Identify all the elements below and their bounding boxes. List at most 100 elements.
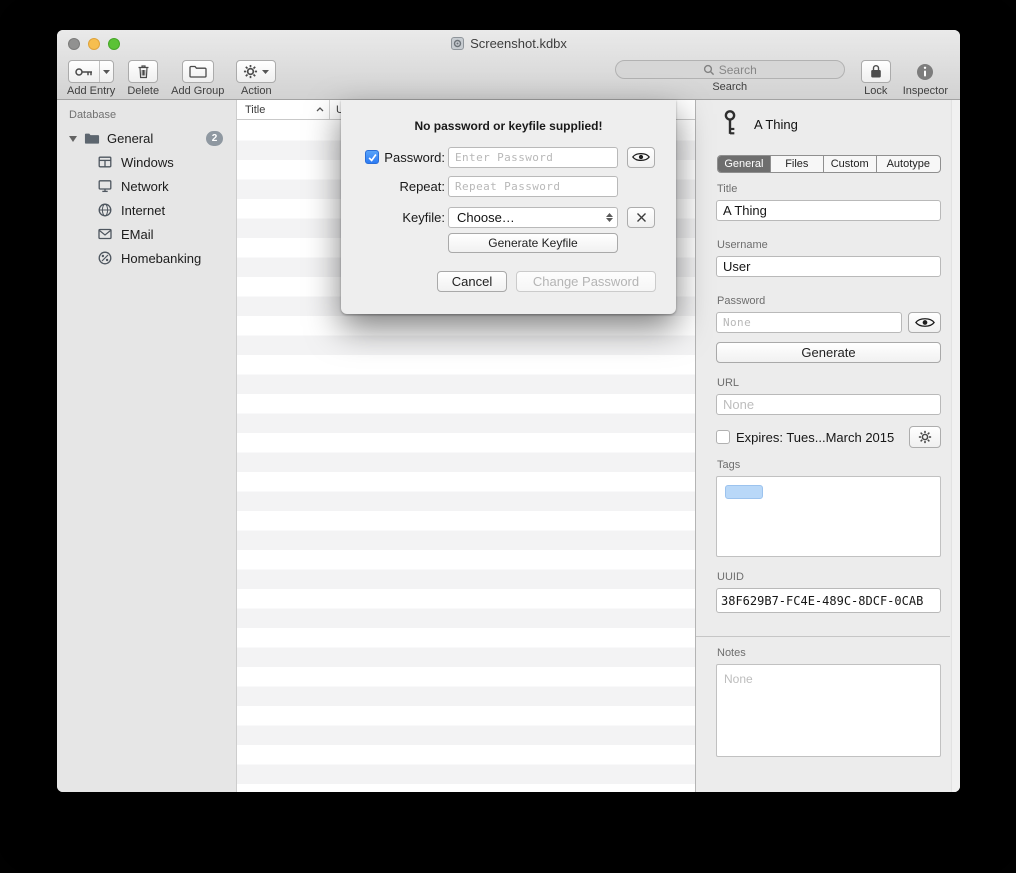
toolbar-item-action: Action xyxy=(236,60,276,97)
expires-checkbox[interactable] xyxy=(716,430,730,444)
tags-field[interactable] xyxy=(716,476,941,557)
key-icon xyxy=(69,61,99,82)
network-icon xyxy=(97,178,113,194)
password-field-label: Password xyxy=(717,295,765,307)
search-label: Search xyxy=(712,81,747,93)
sidebar: Database General 2 Windows xyxy=(57,100,237,792)
add-group-button[interactable] xyxy=(182,60,214,83)
repeat-label: Repeat: xyxy=(399,179,445,194)
tag-chip[interactable] xyxy=(725,485,763,499)
tab-general[interactable]: General xyxy=(718,156,771,172)
title-field-label: Title xyxy=(717,183,737,195)
sort-ascending-icon xyxy=(316,107,324,112)
username-field-label: Username xyxy=(717,239,768,251)
title-field[interactable] xyxy=(716,200,941,221)
repeat-password-input[interactable] xyxy=(448,176,618,197)
inspector-scrollbar[interactable] xyxy=(951,100,960,792)
toolbar-item-search: Search Search xyxy=(615,60,845,93)
window-title: Screenshot.kdbx xyxy=(470,36,567,51)
close-x-icon xyxy=(636,212,647,223)
password-input[interactable] xyxy=(448,147,618,168)
inspector-button[interactable] xyxy=(916,60,934,83)
sidebar-item-windows[interactable]: Windows xyxy=(57,150,236,174)
window-chrome: Screenshot.kdbx Add Entry xyxy=(57,30,960,100)
expires-label: Expires: Tues...March 2015 xyxy=(736,430,894,445)
dialog-message: No password or keyfile supplied! xyxy=(341,119,676,133)
search-placeholder: Search xyxy=(719,63,757,77)
generate-keyfile-button[interactable]: Generate Keyfile xyxy=(448,233,618,253)
keyfile-label: Keyfile: xyxy=(402,210,445,225)
toolbar-item-lock: Lock xyxy=(861,60,891,97)
toolbar: Add Entry Delete xyxy=(57,57,960,100)
sidebar-item-email[interactable]: EMail xyxy=(57,222,236,246)
delete-button[interactable] xyxy=(128,60,158,83)
macpass-window: Screenshot.kdbx Add Entry xyxy=(57,30,960,792)
sidebar-item-network[interactable]: Network xyxy=(57,174,236,198)
search-input[interactable]: Search xyxy=(615,60,845,79)
clear-keyfile-button[interactable] xyxy=(627,207,655,228)
chevron-down-icon xyxy=(262,70,269,74)
tab-custom[interactable]: Custom xyxy=(824,156,877,172)
action-button[interactable] xyxy=(236,60,276,83)
document-icon xyxy=(450,36,465,51)
sidebar-group-label: General xyxy=(107,131,153,146)
inspector-divider xyxy=(696,636,950,637)
show-password-button[interactable] xyxy=(627,147,655,168)
desktop-background: Screenshot.kdbx Add Entry xyxy=(0,0,1016,873)
expires-settings-button[interactable] xyxy=(909,426,941,448)
tab-autotype[interactable]: Autotype xyxy=(877,156,940,172)
sidebar-section-header: Database xyxy=(57,106,236,127)
add-entry-dropdown-arrow[interactable] xyxy=(99,61,113,82)
eye-icon xyxy=(632,152,650,162)
change-password-button[interactable]: Change Password xyxy=(516,271,656,292)
add-group-label: Add Group xyxy=(171,85,224,97)
coin-percent-icon xyxy=(97,250,113,266)
password-row: Password: xyxy=(341,146,676,168)
url-field-label: URL xyxy=(717,377,739,389)
inspector-label: Inspector xyxy=(903,85,948,97)
delete-label: Delete xyxy=(127,85,159,97)
stepper-arrows-icon xyxy=(606,213,613,222)
disclosure-triangle-icon[interactable] xyxy=(69,136,77,142)
search-icon xyxy=(703,64,715,76)
cancel-button[interactable]: Cancel xyxy=(437,271,507,292)
lock-icon xyxy=(870,64,882,79)
tab-files[interactable]: Files xyxy=(771,156,824,172)
toolbar-item-inspector: Inspector xyxy=(903,60,948,97)
notes-field-label: Notes xyxy=(717,647,746,659)
change-password-dialog: No password or keyfile supplied! Passwor… xyxy=(341,100,676,314)
add-entry-button[interactable] xyxy=(68,60,114,83)
lock-button[interactable] xyxy=(861,60,891,83)
password-field[interactable] xyxy=(716,312,902,333)
info-icon xyxy=(916,63,934,81)
url-field[interactable] xyxy=(716,394,941,415)
sidebar-item-homebanking[interactable]: Homebanking xyxy=(57,246,236,270)
add-entry-label: Add Entry xyxy=(67,85,115,97)
tags-field-label: Tags xyxy=(717,459,740,471)
keyfile-row: Keyfile: Choose… xyxy=(341,206,676,228)
notes-field[interactable]: None xyxy=(716,664,941,757)
folder-icon xyxy=(84,132,100,145)
toolbar-item-add-entry: Add Entry xyxy=(67,60,115,97)
eye-icon xyxy=(915,317,935,328)
password-checkbox[interactable] xyxy=(365,150,379,164)
globe-icon xyxy=(97,202,113,218)
column-header-title[interactable]: Title xyxy=(237,100,330,119)
uuid-field[interactable] xyxy=(716,588,941,613)
trash-icon xyxy=(137,64,150,79)
username-field[interactable] xyxy=(716,256,941,277)
generate-password-button[interactable]: Generate xyxy=(716,342,941,363)
sidebar-item-internet[interactable]: Internet xyxy=(57,198,236,222)
entry-count-badge: 2 xyxy=(206,131,223,146)
reveal-password-button[interactable] xyxy=(908,312,941,333)
action-label: Action xyxy=(241,85,272,97)
checkmark-icon xyxy=(367,152,378,163)
inspector-entry-title: A Thing xyxy=(754,117,798,132)
uuid-field-label: UUID xyxy=(717,571,744,583)
notes-placeholder: None xyxy=(724,672,753,686)
titlebar[interactable]: Screenshot.kdbx xyxy=(57,30,960,57)
email-icon xyxy=(97,226,113,242)
keyfile-dropdown[interactable]: Choose… xyxy=(448,207,618,228)
sidebar-group-general[interactable]: General 2 xyxy=(57,127,236,150)
toolbar-item-add-group: Add Group xyxy=(171,60,224,97)
